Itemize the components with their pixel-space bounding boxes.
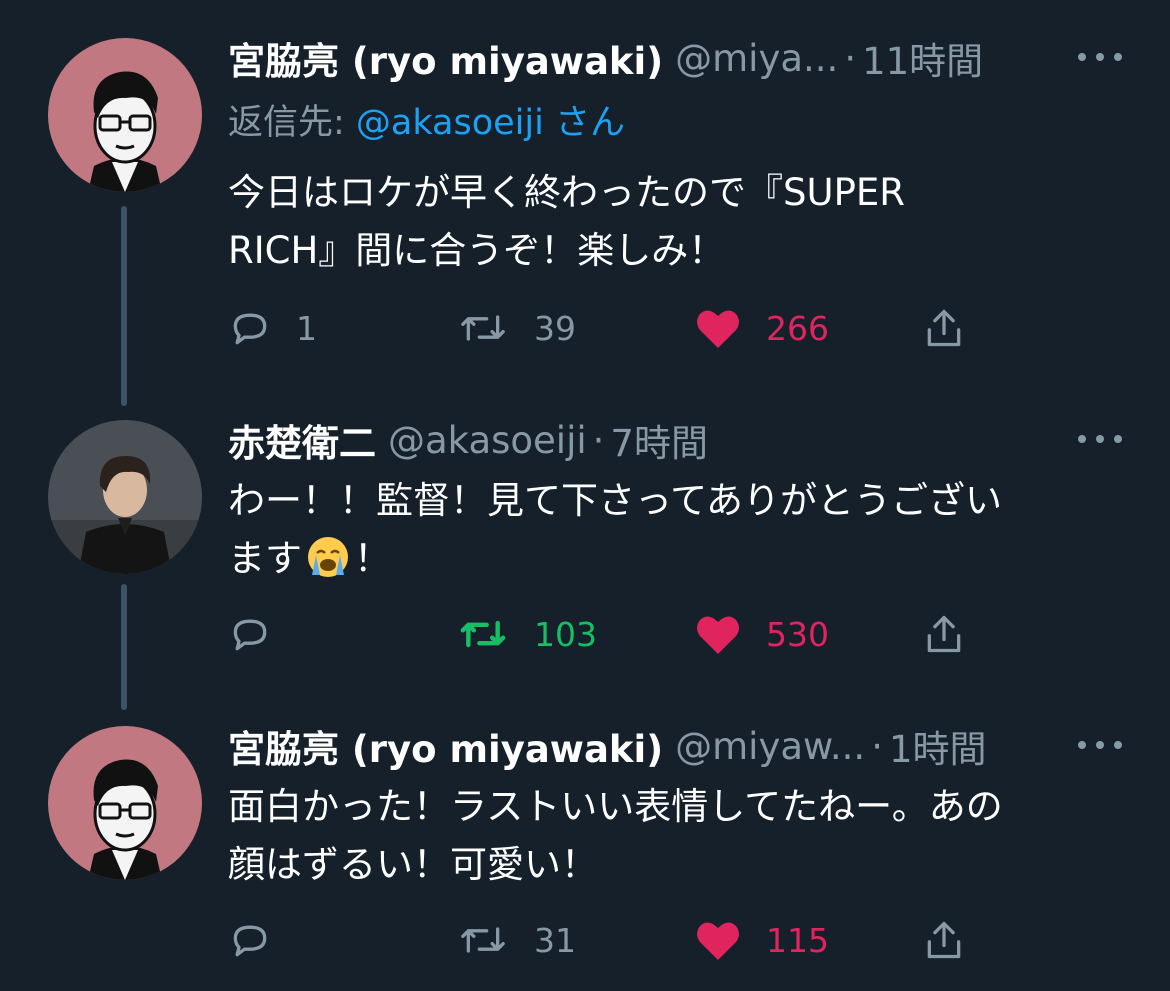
avatar[interactable] bbox=[48, 726, 202, 880]
tweet-text: 面白かった！ラストいい表情してたねー。あの 顔はずるい！可愛い！ bbox=[228, 778, 1118, 894]
tweet-text-line: わー！！監督！見て下さってありがとうござい bbox=[228, 479, 1003, 522]
handle[interactable]: @miya... bbox=[675, 37, 838, 80]
separator-dot: · bbox=[844, 36, 857, 80]
reply-icon bbox=[233, 313, 267, 345]
avatar[interactable] bbox=[48, 38, 202, 192]
tweet-1[interactable]: 宮脇亮 (ryo miyawaki) @miya... · 11時間 返信先: … bbox=[0, 30, 1170, 406]
more-options-icon[interactable] bbox=[1078, 730, 1122, 760]
retweet-count: 39 bbox=[534, 308, 576, 348]
tweet-text-line: 顔はずるい！可愛い！ bbox=[228, 843, 598, 886]
more-options-icon[interactable] bbox=[1078, 42, 1122, 72]
reply-icon bbox=[233, 619, 267, 651]
tweet-header: 赤楚衛二 @akasoeiji · 7時間 bbox=[228, 412, 1122, 468]
reply-to-mention[interactable]: @akasoeiji bbox=[356, 103, 544, 143]
like-button[interactable]: 115 bbox=[694, 914, 829, 966]
tweet-actions: 103 530 bbox=[228, 608, 988, 660]
thread-connector bbox=[121, 206, 127, 406]
share-icon bbox=[927, 615, 961, 653]
tweet-text-line: RICH』間に合うぞ！楽しみ！ bbox=[228, 229, 726, 272]
share-button[interactable] bbox=[922, 302, 990, 354]
heart-icon bbox=[697, 310, 739, 348]
like-count: 266 bbox=[766, 308, 829, 348]
tweet-text-fragment: ！ bbox=[354, 537, 391, 580]
like-button[interactable]: 530 bbox=[694, 608, 829, 660]
like-count: 115 bbox=[766, 920, 829, 960]
retweet-button[interactable]: 103 bbox=[456, 608, 597, 660]
loudly-crying-face-icon bbox=[308, 537, 348, 577]
retweet-count: 103 bbox=[534, 614, 597, 654]
tweet-text-fragment: ます bbox=[228, 537, 302, 580]
like-button[interactable]: 266 bbox=[694, 302, 829, 354]
display-name[interactable]: 宮脇亮 (ryo miyawaki) bbox=[228, 31, 663, 85]
tweet-actions: 1 39 266 bbox=[228, 302, 988, 354]
thread-connector bbox=[121, 584, 127, 710]
conversation-thread: 宮脇亮 (ryo miyawaki) @miya... · 11時間 返信先: … bbox=[0, 0, 1170, 991]
reply-button[interactable]: 1 bbox=[228, 302, 317, 354]
tweet-2[interactable]: 赤楚衛二 @akasoeiji · 7時間 わー！！監督！見て下さってありがとう… bbox=[0, 412, 1170, 710]
tweet-text-line: 今日はロケが早く終わったので『SUPER bbox=[228, 171, 905, 214]
reply-to-suffix: さん bbox=[543, 103, 625, 143]
share-button[interactable] bbox=[922, 608, 990, 660]
reply-to-prefix: 返信先: bbox=[228, 103, 356, 143]
avatar[interactable] bbox=[48, 420, 202, 574]
tweet-text-line: 面白かった！ラストいい表情してたねー。あの bbox=[228, 785, 1003, 828]
heart-icon bbox=[697, 922, 739, 960]
retweet-icon bbox=[460, 620, 506, 648]
reply-to-line: 返信先: @akasoeiji さん bbox=[228, 94, 625, 145]
display-name[interactable]: 宮脇亮 (ryo miyawaki) bbox=[228, 719, 663, 773]
timestamp[interactable]: 11時間 bbox=[862, 31, 983, 85]
tweet-actions: 31 115 bbox=[228, 914, 988, 966]
tweet-header: 宮脇亮 (ryo miyawaki) @miya... · 11時間 bbox=[228, 30, 1122, 86]
share-icon bbox=[927, 309, 961, 347]
more-options-icon[interactable] bbox=[1078, 424, 1122, 454]
separator-dot: · bbox=[592, 418, 605, 462]
tweet-3[interactable]: 宮脇亮 (ryo miyawaki) @miyaw... · 1時間 面白かった… bbox=[0, 718, 1170, 978]
retweet-button[interactable]: 39 bbox=[456, 302, 576, 354]
reply-button[interactable] bbox=[228, 608, 296, 660]
handle[interactable]: @akasoeiji bbox=[388, 419, 587, 462]
retweet-button[interactable]: 31 bbox=[456, 914, 576, 966]
reply-count: 1 bbox=[296, 308, 317, 348]
timestamp[interactable]: 1時間 bbox=[889, 719, 987, 773]
handle[interactable]: @miyaw... bbox=[675, 725, 865, 768]
heart-icon bbox=[697, 616, 739, 654]
retweet-count: 31 bbox=[534, 920, 576, 960]
reply-button[interactable] bbox=[228, 914, 296, 966]
share-icon bbox=[927, 921, 961, 959]
separator-dot: · bbox=[871, 724, 883, 768]
tweet-header: 宮脇亮 (ryo miyawaki) @miyaw... · 1時間 bbox=[228, 718, 1122, 774]
timestamp[interactable]: 7時間 bbox=[610, 413, 708, 467]
like-count: 530 bbox=[766, 614, 829, 654]
tweet-text: 今日はロケが早く終わったので『SUPER RICH』間に合うぞ！楽しみ！ bbox=[228, 164, 1118, 280]
display-name[interactable]: 赤楚衛二 bbox=[228, 413, 376, 467]
tweet-text: わー！！監督！見て下さってありがとうござい ます ！ bbox=[228, 472, 1118, 588]
share-button[interactable] bbox=[922, 914, 990, 966]
retweet-icon bbox=[461, 315, 505, 341]
reply-icon bbox=[233, 925, 267, 957]
tweet-text-line-2: ます ！ bbox=[228, 530, 1118, 588]
retweet-icon bbox=[461, 927, 505, 953]
